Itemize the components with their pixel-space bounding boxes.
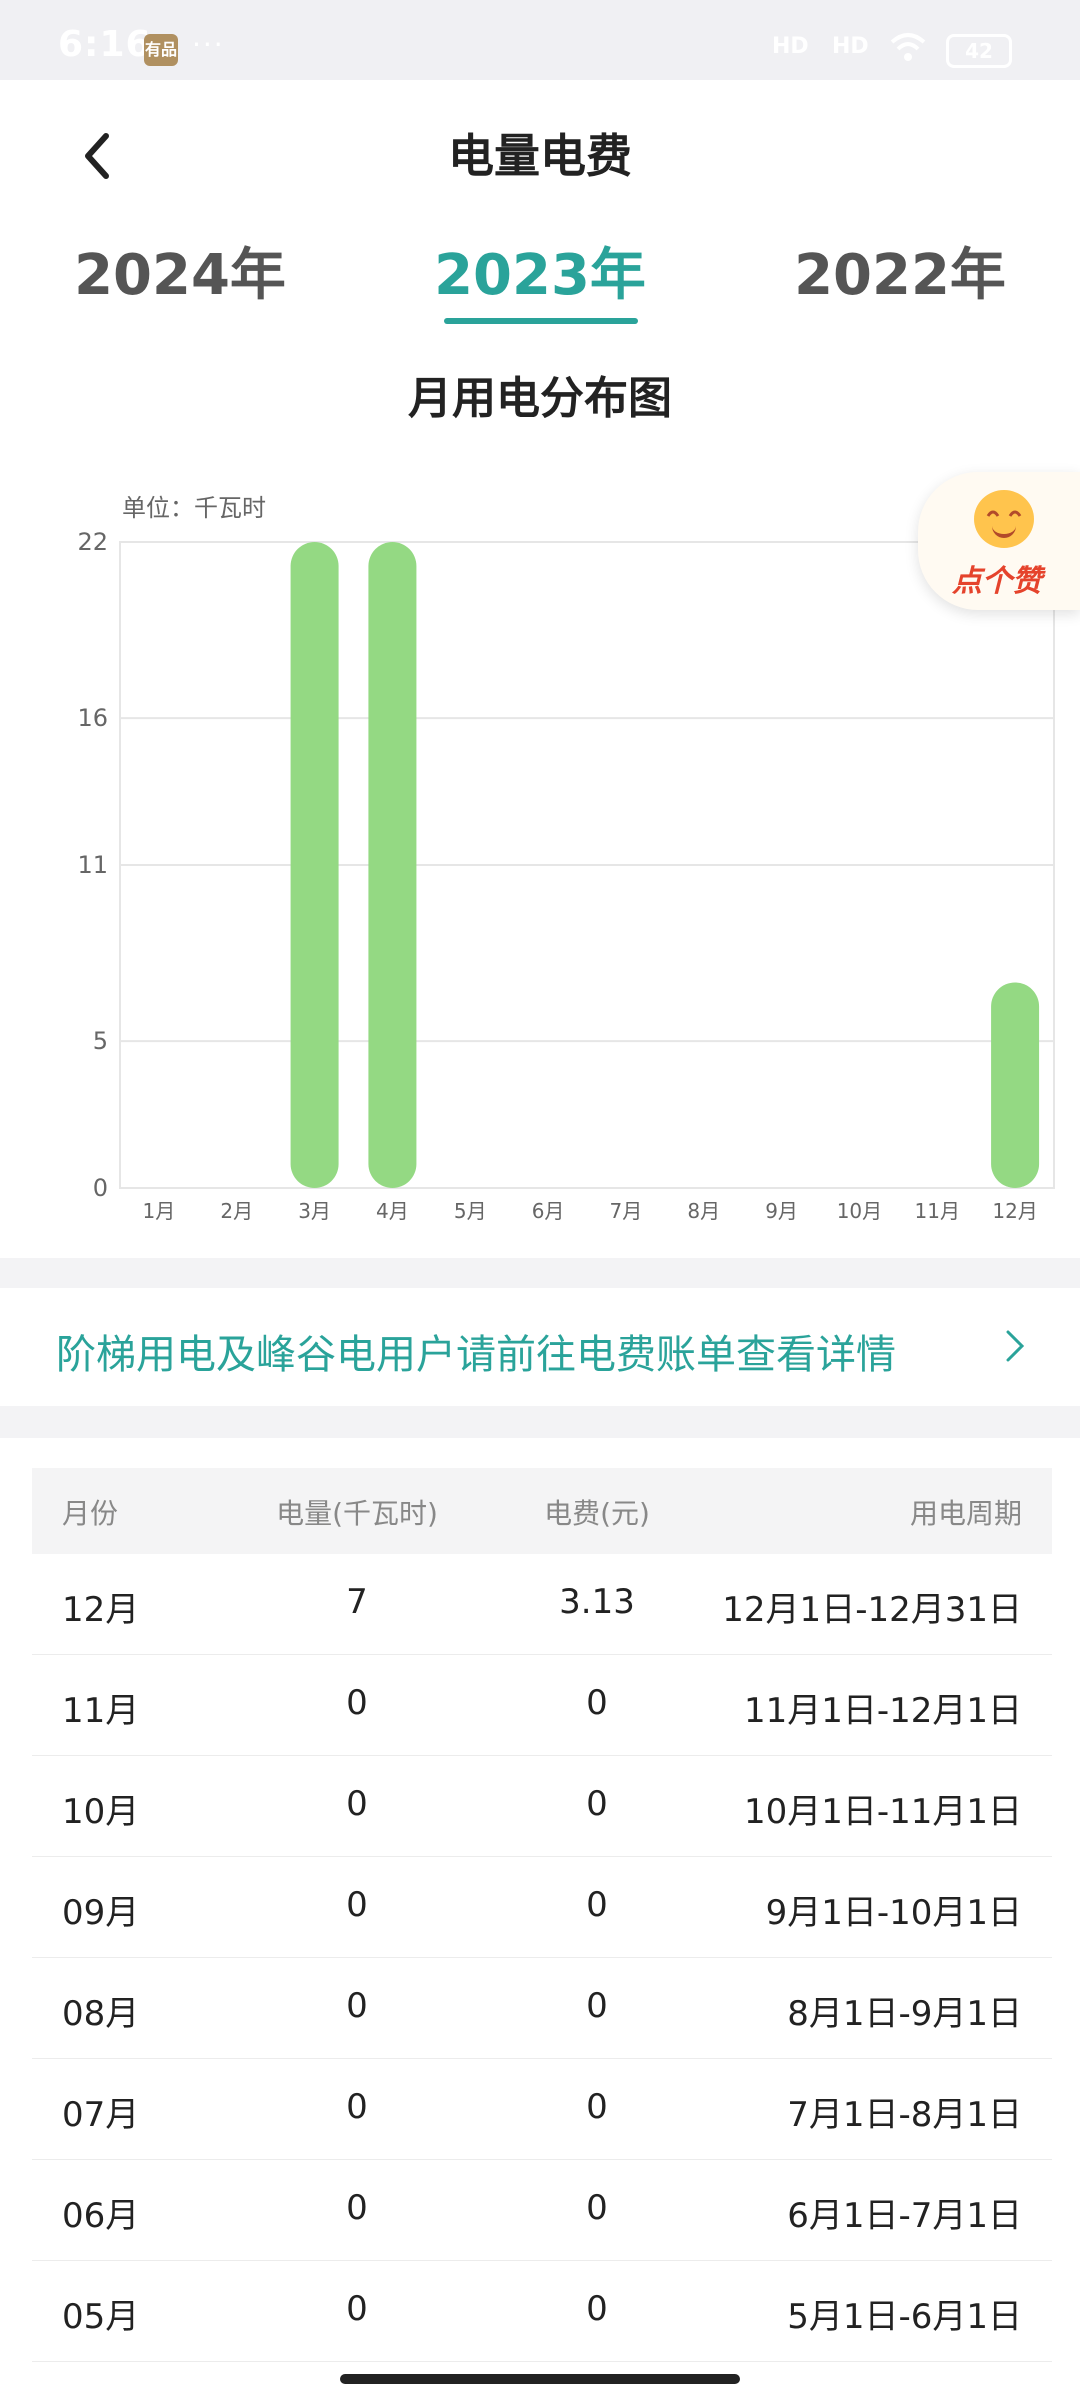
table-header: 月份 电量(千瓦时) 电费(元) 用电周期 xyxy=(32,1468,1052,1554)
header-period: 用电周期 xyxy=(909,1497,1022,1530)
home-indicator[interactable] xyxy=(340,2374,740,2384)
smiley-icon xyxy=(974,490,1034,548)
y-tick-label: 16 xyxy=(77,704,108,732)
x-tick-label: 8月 xyxy=(687,1199,720,1223)
x-tick-label: 3月 xyxy=(298,1199,331,1223)
row-period: 9月1日-10月1日 xyxy=(765,1893,1022,1933)
section-divider xyxy=(0,1258,1080,1288)
status-time: 6:16 xyxy=(58,24,152,65)
battery-icon: 42 xyxy=(946,34,1012,68)
page-title: 电量电费 xyxy=(448,129,632,183)
table-row: 10月 0 0 10月1日-11月1日 xyxy=(32,1756,1052,1857)
y-tick-label: 22 xyxy=(77,528,108,556)
row-month: 07月 xyxy=(62,2095,140,2135)
row-month: 10月 xyxy=(62,1792,140,1832)
table-row: 05月 0 0 5月1日-6月1日 xyxy=(32,2261,1052,2362)
row-month: 12月 xyxy=(62,1590,140,1630)
signal-icon-2: HD xyxy=(832,34,869,59)
signal-icon: HD xyxy=(772,34,809,59)
y-tick-label: 11 xyxy=(77,851,108,879)
bar xyxy=(290,542,339,1188)
row-fee: 3.13 xyxy=(559,1582,635,1622)
tab-2023[interactable]: 2023年 xyxy=(410,230,670,311)
tab-2022[interactable]: 2022年 xyxy=(770,230,1030,311)
row-period: 5月1日-6月1日 xyxy=(787,2297,1022,2337)
row-period: 7月1日-8月1日 xyxy=(787,2095,1022,2135)
table-row: 09月 0 0 9月1日-10月1日 xyxy=(32,1857,1052,1958)
row-fee: 0 xyxy=(586,1885,608,1925)
row-fee: 0 xyxy=(586,2289,608,2329)
usage-table: 月份 电量(千瓦时) 电费(元) 用电周期 12月 7 3.13 12月1日-12月3… xyxy=(32,1468,1052,2362)
table-row: 06月 0 0 6月1日-7月1日 xyxy=(32,2160,1052,2261)
more-notifications-icon: ··· xyxy=(192,28,225,61)
row-month: 06月 xyxy=(62,2196,140,2236)
table-row: 12月 7 3.13 12月1日-12月31日 xyxy=(32,1554,1052,1655)
row-fee: 0 xyxy=(586,2188,608,2228)
row-fee: 0 xyxy=(586,1784,608,1824)
x-tick-label: 6月 xyxy=(532,1199,565,1223)
section-divider-2 xyxy=(0,1406,1080,1438)
row-month: 09月 xyxy=(62,1893,140,1933)
bill-details-link[interactable]: 阶梯用电及峰谷电用户请前往电费账单查看详情 xyxy=(0,1288,1080,1406)
header: 电量电费 xyxy=(0,80,1080,220)
y-tick-label: 0 xyxy=(93,1174,108,1202)
row-fee: 0 xyxy=(586,1683,608,1723)
table-row: 11月 0 0 11月1日-12月1日 xyxy=(32,1655,1052,1756)
x-tick-label: 1月 xyxy=(143,1199,176,1223)
like-label: 点个赞 xyxy=(952,564,1042,599)
x-tick-label: 12月 xyxy=(992,1199,1037,1223)
row-fee: 0 xyxy=(586,1986,608,2026)
app-notification-icon: 有品 xyxy=(144,34,178,66)
chart-title: 月用电分布图 xyxy=(408,373,672,424)
header-fee: 电费(元) xyxy=(544,1497,650,1530)
row-month: 11月 xyxy=(62,1691,140,1731)
bar xyxy=(991,982,1040,1188)
like-button[interactable]: 点个赞 xyxy=(918,472,1080,610)
chevron-right-icon xyxy=(1006,1330,1025,1362)
row-period: 6月1日-7月1日 xyxy=(787,2196,1022,2236)
status-bar: 6:16 有品 ··· HD HD 42 xyxy=(0,0,1080,80)
row-period: 8月1日-9月1日 xyxy=(787,1994,1022,2034)
x-tick-label: 2月 xyxy=(220,1199,253,1223)
row-period: 10月1日-11月1日 xyxy=(743,1792,1022,1832)
bar xyxy=(368,542,417,1188)
table-row: 08月 0 0 8月1日-9月1日 xyxy=(32,1958,1052,2059)
chart-unit-label: 单位：千瓦时 xyxy=(122,494,266,522)
tab-2024[interactable]: 2024年 xyxy=(50,230,310,311)
x-tick-label: 4月 xyxy=(376,1199,409,1223)
wifi-icon xyxy=(890,33,926,61)
x-tick-label: 9月 xyxy=(765,1199,798,1223)
monthly-usage-chart: 0 5 11 16 22 1月 2月 3月 4月 5月 6月 7月 8月 9月 10月 11月 12月 xyxy=(77,528,1055,1223)
row-fee: 0 xyxy=(586,2087,608,2127)
row-month: 05月 xyxy=(62,2297,140,2337)
x-tick-label: 10月 xyxy=(837,1199,882,1223)
row-period: 12月1日-12月31日 xyxy=(722,1590,1022,1630)
row-period: 11月1日-12月1日 xyxy=(743,1691,1022,1731)
header-month: 月份 xyxy=(62,1497,119,1530)
x-tick-label: 5月 xyxy=(454,1199,487,1223)
active-tab-indicator xyxy=(444,318,638,324)
x-tick-label: 7月 xyxy=(610,1199,643,1223)
year-tabs: 2024年 2023年 2022年 xyxy=(0,220,1080,330)
x-tick-label: 11月 xyxy=(915,1199,960,1223)
y-tick-label: 5 xyxy=(93,1027,108,1055)
row-month: 08月 xyxy=(62,1994,140,2034)
notice-text: 阶梯用电及峰谷电用户请前往电费账单查看详情 xyxy=(56,1332,896,1378)
table-row: 07月 0 0 7月1日-8月1日 xyxy=(32,2059,1052,2160)
